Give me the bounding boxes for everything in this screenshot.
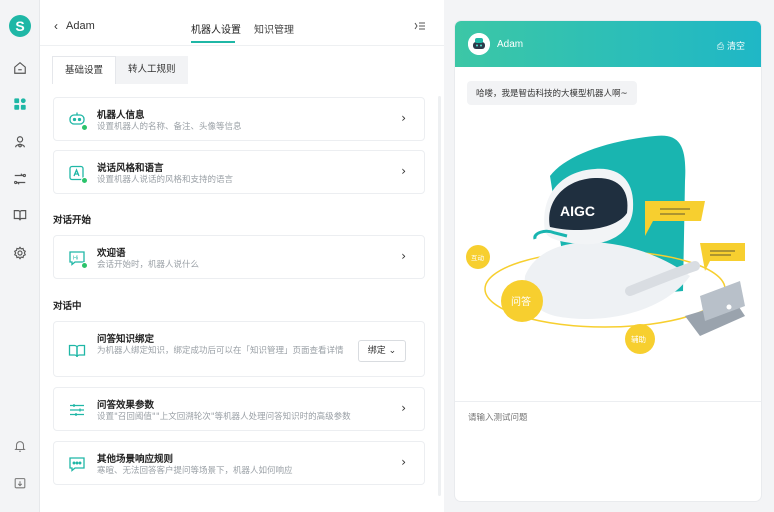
card-title: 问答知识绑定 [97, 334, 155, 345]
clear-label: 清空 [726, 42, 745, 52]
card-welcome[interactable]: Hi 欢迎语 会话开始时，机器人说什么 › [53, 235, 425, 279]
language-icon [68, 164, 88, 184]
tab-robot-settings[interactable]: 机器人设置 [191, 21, 241, 36]
subtab-basic-settings[interactable]: 基础设置 [52, 56, 117, 84]
workflow-icon[interactable] [12, 171, 28, 187]
chevron-right-icon: › [401, 455, 406, 469]
chevron-right-icon: › [401, 401, 406, 415]
status-dot [81, 177, 88, 184]
bell-icon[interactable] [12, 438, 28, 454]
card-knowledge-binding: 问答知识绑定 为机器人绑定知识，绑定成功后可以在「知识管理」页面查看详情 绑定 … [53, 321, 425, 377]
book-icon[interactable] [12, 207, 28, 223]
settings-panel: ‹ Adam 机器人设置 知识管理 基础设置 转人工规则 机器人信息 设置机器人… [40, 0, 444, 512]
hi-bubble-icon: Hi [68, 249, 88, 269]
illustration-tag-left: 互动 [471, 254, 485, 262]
collapse-panel-icon[interactable] [414, 20, 426, 32]
test-question-input[interactable] [468, 413, 748, 423]
chevron-right-icon: › [401, 249, 406, 263]
chat-dots-icon [68, 455, 86, 473]
card-desc: 为机器人绑定知识，绑定成功后可以在「知识管理」页面查看详情 [97, 346, 344, 356]
status-dot [81, 124, 88, 131]
panel-header: ‹ Adam 机器人设置 知识管理 [40, 0, 444, 46]
clear-icon: ⎙ [716, 42, 725, 52]
card-speaking-style[interactable]: 说话风格和语言 设置机器人说话的风格和支持的语言 › [53, 150, 425, 194]
left-rail: S [0, 0, 40, 512]
tab-knowledge-management[interactable]: 知识管理 [254, 21, 294, 36]
card-title: 欢迎语 [97, 248, 126, 259]
bind-dropdown-button[interactable]: 绑定 ⌄ [358, 340, 406, 362]
card-title: 其他场景响应规则 [97, 454, 174, 465]
illustration-tag-qa: 问答 [511, 295, 531, 308]
sliders-icon [68, 401, 86, 419]
open-book-icon [68, 342, 86, 360]
robot-chat-icon [68, 111, 88, 131]
section-title-start: 对话开始 [53, 215, 92, 226]
back-button[interactable]: ‹ Adam [54, 19, 95, 33]
illustration-tag-assist: 辅助 [631, 334, 646, 344]
card-other-rules[interactable]: 其他场景响应规则 寒暄、无法回答客户提问等场景下，机器人如何响应 › [53, 441, 425, 485]
home-icon[interactable] [12, 60, 28, 76]
subtabs: 基础设置 转人工规则 [52, 56, 188, 84]
status-dot [81, 262, 88, 269]
card-title: 说话风格和语言 [97, 163, 164, 174]
settings-icon[interactable] [12, 245, 28, 261]
bot-avatar [468, 33, 490, 55]
chevron-left-icon: ‹ [54, 19, 58, 33]
card-robot-info[interactable]: 机器人信息 设置机器人的名称、备注、头像等信息 › [53, 97, 425, 141]
card-qa-params[interactable]: 问答效果参数 设置"召回阈值""上文回溯轮次"等机器人处理问答知识时的高级参数 … [53, 387, 425, 431]
active-tab-indicator [191, 41, 235, 43]
card-desc: 设置机器人说话的风格和支持的语言 [97, 175, 234, 185]
chevron-down-icon: ⌄ [388, 346, 397, 356]
robot-person-icon[interactable] [12, 134, 28, 150]
card-title: 机器人信息 [97, 110, 145, 121]
clear-button[interactable]: ⎙ 清空 [717, 39, 745, 52]
chat-header: Adam ⎙ 清空 [455, 21, 761, 67]
card-desc: 寒暄、无法回答客户提问等场景下，机器人如何响应 [97, 466, 293, 476]
aigc-robot-illustration: AIGC 互动 问答 辅助 [466, 135, 745, 354]
chevron-right-icon: › [401, 111, 406, 125]
input-divider [455, 401, 761, 402]
card-desc: 设置"召回阈值""上文回溯轮次"等机器人处理问答知识时的高级参数 [97, 412, 351, 422]
card-desc: 会话开始时，机器人说什么 [97, 260, 200, 270]
illustration-screen-text: AIGC [560, 203, 595, 219]
export-icon[interactable] [12, 475, 28, 491]
section-title-during: 对话中 [53, 301, 82, 312]
chat-bot-name: Adam [497, 39, 524, 50]
robot-name: Adam [66, 20, 95, 32]
card-desc: 设置机器人的名称、备注、头像等信息 [97, 122, 242, 132]
subtab-transfer-rules[interactable]: 转人工规则 [116, 56, 188, 84]
chevron-right-icon: › [401, 164, 406, 178]
chat-preview: Adam ⎙ 清空 哈喽，我是智齿科技的大模型机器人啊~ AIGC 互动 问答 … [455, 21, 761, 501]
bind-button-label: 绑定 [367, 346, 386, 356]
scrollbar[interactable] [438, 96, 441, 496]
apps-icon[interactable] [12, 96, 28, 112]
card-title: 问答效果参数 [97, 400, 155, 411]
svg-text:Hi: Hi [73, 256, 78, 262]
app-logo[interactable]: S [9, 15, 31, 37]
greeting-message: 哈喽，我是智齿科技的大模型机器人啊~ [467, 81, 637, 105]
